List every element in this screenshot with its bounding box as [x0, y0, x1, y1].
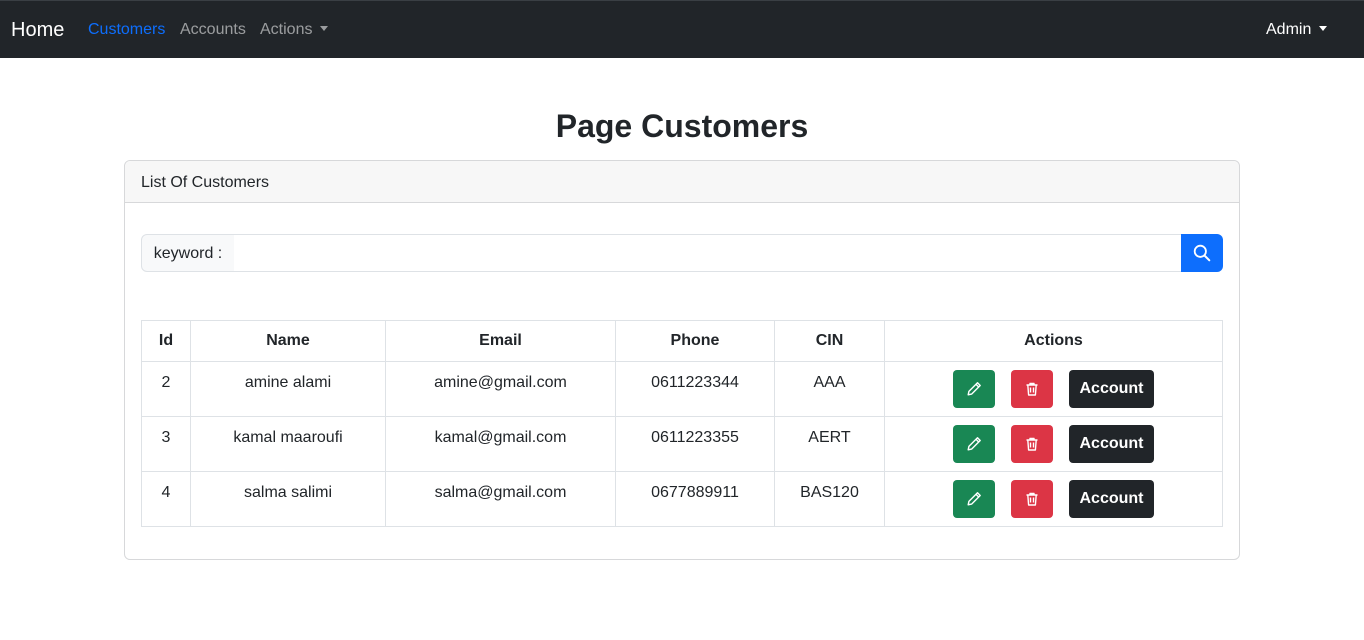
cell-id: 2	[141, 361, 191, 417]
cell-name: amine alami	[190, 361, 386, 417]
cell-phone: 0611223355	[615, 416, 775, 472]
pencil-icon	[967, 437, 981, 451]
cell-actions: Account	[884, 416, 1223, 472]
trash-icon	[1026, 492, 1038, 506]
nav-dropdown-actions-label: Actions	[260, 21, 313, 38]
edit-button[interactable]	[953, 480, 995, 518]
column-header-cin: CIN	[774, 320, 885, 362]
table-header-row: Id Name Email Phone CIN Actions	[141, 320, 1223, 362]
cell-cin: AAA	[774, 361, 885, 417]
trash-icon	[1026, 437, 1038, 451]
cell-actions: Account	[884, 361, 1223, 417]
column-header-actions: Actions	[884, 320, 1223, 362]
table-row: 4 salma salimi salma@gmail.com 067788991…	[141, 471, 1223, 527]
cell-cin: BAS120	[774, 471, 885, 527]
column-header-phone: Phone	[615, 320, 775, 362]
account-button[interactable]: Account	[1069, 425, 1154, 463]
search-label: keyword :	[141, 234, 235, 272]
cell-id: 4	[141, 471, 191, 527]
cell-phone: 0611223344	[615, 361, 775, 417]
column-header-email: Email	[385, 320, 616, 362]
cell-email: amine@gmail.com	[385, 361, 616, 417]
page-title: Page Customers	[555, 108, 809, 144]
nav-link-customers[interactable]: Customers	[88, 21, 165, 39]
search-input[interactable]	[234, 234, 1182, 272]
account-button[interactable]: Account	[1069, 480, 1154, 518]
cell-email: salma@gmail.com	[385, 471, 616, 527]
pencil-icon	[967, 382, 981, 396]
delete-button[interactable]	[1011, 370, 1053, 408]
trash-icon	[1026, 382, 1038, 396]
customers-table: Id Name Email Phone CIN Actions 2 amine …	[141, 320, 1223, 527]
nav-link-accounts[interactable]: Accounts	[180, 21, 246, 39]
chevron-down-icon	[1319, 26, 1328, 31]
delete-button[interactable]	[1011, 425, 1053, 463]
customers-card: List Of Customers keyword : Id Name Emai…	[124, 160, 1240, 560]
pencil-icon	[967, 492, 981, 506]
top-navbar: Home Customers Accounts Actions Admin	[0, 0, 1364, 58]
cell-email: kamal@gmail.com	[385, 416, 616, 472]
user-menu-dropdown[interactable]: Admin	[1266, 21, 1328, 39]
cell-id: 3	[141, 416, 191, 472]
cell-phone: 0677889911	[615, 471, 775, 527]
user-menu-label: Admin	[1266, 21, 1312, 38]
table-row: 2 amine alami amine@gmail.com 0611223344…	[141, 361, 1223, 417]
brand-home-link[interactable]: Home	[11, 19, 64, 42]
column-header-name: Name	[190, 320, 386, 362]
account-button[interactable]: Account	[1069, 370, 1154, 408]
delete-button[interactable]	[1011, 480, 1053, 518]
chevron-down-icon	[320, 26, 329, 31]
card-header: List Of Customers	[125, 161, 1239, 203]
cell-cin: AERT	[774, 416, 885, 472]
column-header-id: Id	[141, 320, 191, 362]
nav-dropdown-actions[interactable]: Actions	[260, 21, 329, 39]
edit-button[interactable]	[953, 425, 995, 463]
search-icon	[1193, 244, 1211, 262]
search-form: keyword :	[141, 234, 1223, 272]
cell-name: salma salimi	[190, 471, 386, 527]
search-button[interactable]	[1181, 234, 1223, 272]
cell-actions: Account	[884, 471, 1223, 527]
cell-name: kamal maaroufi	[190, 416, 386, 472]
table-row: 3 kamal maaroufi kamal@gmail.com 0611223…	[141, 416, 1223, 472]
edit-button[interactable]	[953, 370, 995, 408]
